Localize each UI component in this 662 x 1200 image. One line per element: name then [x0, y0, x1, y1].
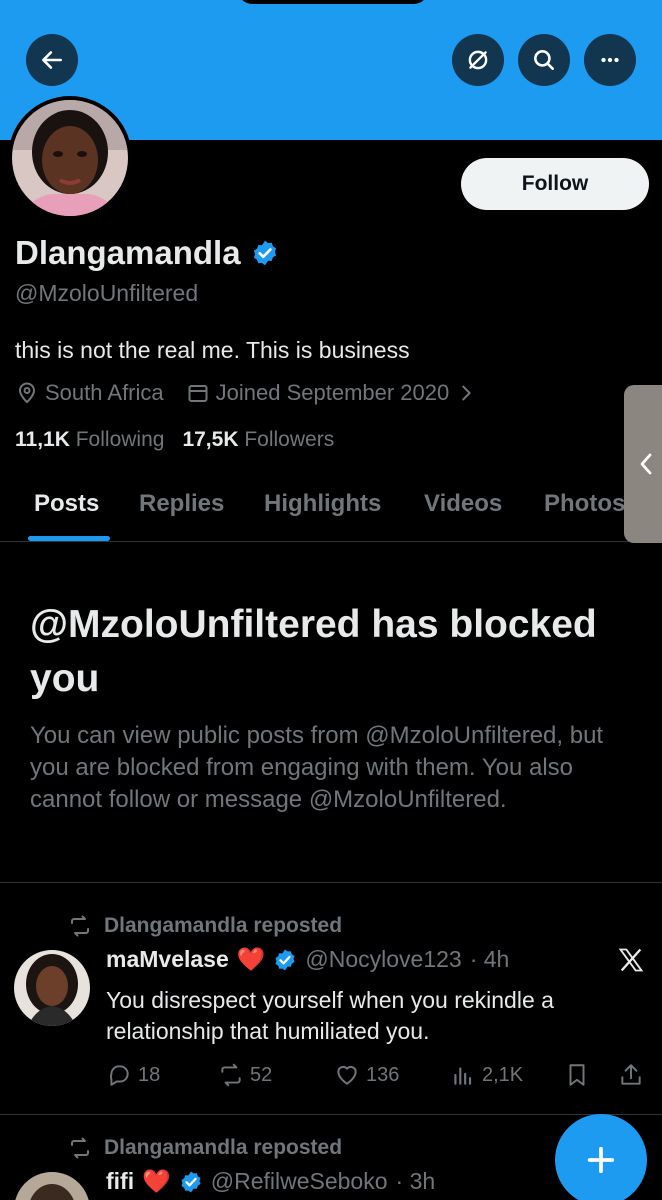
search-icon [534, 50, 554, 70]
blocked-title: @MzoloUnfiltered has blocked you [30, 603, 597, 700]
reply-count: 18 [138, 1063, 161, 1086]
avatar-photo [12, 100, 128, 216]
x-logo-icon [618, 948, 644, 972]
reply-button[interactable]: 18 [106, 1062, 160, 1088]
repost-label: Dlangamandla reposted [104, 1136, 343, 1159]
author-photo [14, 1172, 90, 1200]
followers-label: Followers [244, 428, 335, 451]
location-item: South Africa [15, 380, 164, 406]
profile-name-row: Dlangamandla [15, 234, 279, 272]
post-author-name[interactable]: maMvelase [106, 946, 229, 973]
joined-item[interactable]: Joined September 2020 [186, 380, 478, 406]
heart-emoji: ❤️ [236, 946, 266, 972]
chevron-left-icon [640, 453, 652, 475]
repost-indicator: Dlangamandla reposted [68, 1136, 342, 1160]
post-author-handle[interactable]: @Nocylove123 [305, 946, 461, 973]
profile-meta: South Africa Joined September 2020 [15, 380, 499, 406]
views-count: 2,1K [482, 1063, 524, 1086]
tab-photos[interactable]: Photos [544, 490, 625, 518]
divider [0, 1114, 662, 1115]
arrow-left-icon [42, 51, 62, 69]
chevron-right-icon [462, 385, 471, 401]
following-count: 11,1K [15, 428, 70, 451]
author-photo [14, 950, 90, 1026]
post-time: · 4h [469, 946, 510, 972]
device-notch [238, 0, 428, 4]
active-tab-indicator [28, 536, 110, 541]
repost-indicator: Dlangamandla reposted [68, 914, 342, 938]
compose-post-button[interactable] [555, 1114, 647, 1200]
repost-icon [221, 1063, 241, 1087]
tab-videos[interactable]: Videos [424, 490, 502, 518]
calendar-icon [188, 385, 208, 402]
followers-link[interactable]: 17,5K Followers [182, 428, 334, 452]
back-button[interactable] [26, 34, 78, 86]
search-button[interactable] [518, 34, 570, 86]
like-count: 136 [366, 1063, 400, 1086]
repost-label: Dlangamandla reposted [104, 914, 343, 937]
profile-bio: this is not the real me. This is busines… [15, 337, 410, 363]
tab-highlights[interactable]: Highlights [264, 490, 381, 518]
repost-icon [71, 1137, 89, 1159]
notifications-off-button[interactable] [452, 34, 504, 86]
profile-tabs: Posts Replies Highlights Videos Photos [0, 470, 662, 542]
profile-avatar[interactable] [8, 96, 132, 220]
followers-count: 17,5K [182, 428, 239, 451]
reply-icon [109, 1065, 129, 1086]
views-icon [454, 1067, 472, 1085]
blocked-description: You can view public posts from @MzoloUnf… [30, 722, 604, 813]
views-button[interactable]: 2,1K [450, 1062, 523, 1088]
post-author-handle[interactable]: @RefilweSeboko [211, 1168, 388, 1195]
post-header: maMvelase ❤️ @Nocylove123 · 4h [106, 946, 509, 973]
repost-icon [71, 915, 89, 937]
post-actions: 18 52 136 2,1K [106, 1062, 646, 1092]
share-button[interactable] [618, 1062, 644, 1088]
profile-handle: @MzoloUnfiltered [15, 280, 199, 306]
bookmark-icon [569, 1064, 585, 1086]
notifications-off-icon [468, 50, 488, 70]
verified-badge-icon [253, 240, 276, 266]
follow-counts: 11,1K Following 17,5K Followers [15, 428, 334, 452]
joined-text: Joined September 2020 [215, 380, 450, 405]
profile-name: Dlangamandla [15, 234, 241, 271]
side-panel-handle[interactable] [624, 385, 662, 543]
repost-button[interactable]: 52 [218, 1062, 272, 1088]
plus-icon [587, 1146, 615, 1174]
like-button[interactable]: 136 [334, 1062, 399, 1088]
post-author-name[interactable]: fifi [106, 1168, 134, 1195]
post-header: fifi ❤️ @RefilweSeboko · 3h [106, 1168, 435, 1195]
following-label: Following [75, 428, 165, 451]
post-author-avatar[interactable] [14, 950, 90, 1026]
verified-badge-icon [275, 949, 295, 970]
tab-replies[interactable]: Replies [139, 490, 224, 518]
repost-count: 52 [250, 1063, 273, 1086]
post-author-avatar[interactable] [14, 1172, 90, 1200]
bookmark-button[interactable] [564, 1062, 590, 1088]
verified-badge-icon [181, 1171, 201, 1192]
share-icon [621, 1064, 641, 1085]
location-pin-icon [18, 382, 36, 404]
location-text: South Africa [45, 380, 164, 405]
post-time: · 3h [395, 1168, 436, 1194]
heart-icon [337, 1065, 357, 1085]
following-link[interactable]: 11,1K Following [15, 428, 164, 452]
divider [0, 882, 662, 883]
follow-button[interactable]: Follow [461, 158, 649, 210]
more-icon [601, 57, 619, 63]
tab-posts[interactable]: Posts [34, 490, 99, 518]
heart-emoji: ❤️ [142, 1168, 171, 1194]
post-text: You disrespect yourself when you rekindl… [106, 987, 554, 1044]
more-button[interactable] [584, 34, 636, 86]
